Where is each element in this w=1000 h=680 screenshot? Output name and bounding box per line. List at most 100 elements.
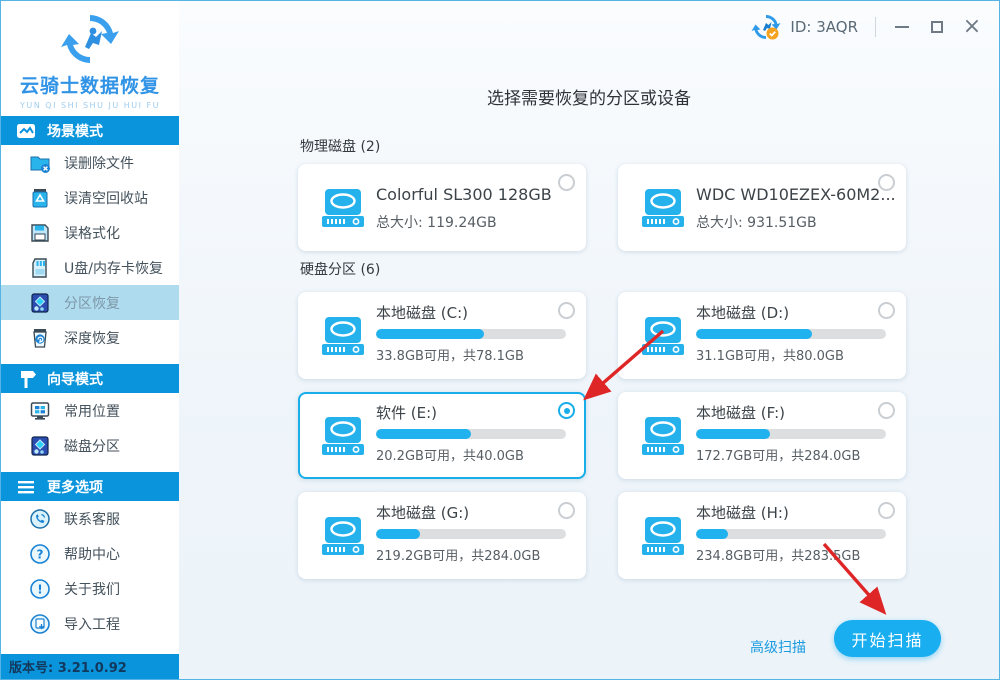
- usage-bar: [696, 429, 886, 439]
- physical-disk-card[interactable]: WDC WD10EZEX-60M2... 总大小: 931.51GB: [618, 164, 906, 251]
- partition-radio[interactable]: [878, 302, 895, 319]
- hard-drive-icon: [640, 416, 686, 456]
- hard-drive-icon: [320, 516, 366, 556]
- sidebar-item-partition-recovery[interactable]: 分区恢复: [1, 285, 179, 320]
- close-button[interactable]: ×: [959, 14, 985, 40]
- hard-drive-icon: [320, 188, 366, 228]
- advanced-scan-link[interactable]: 高级扫描: [750, 637, 806, 657]
- usage-bar: [696, 529, 886, 539]
- partition-info: 234.8GB可用，共283.5GB: [696, 545, 860, 564]
- partition-name: 本地磁盘 (H:): [696, 502, 789, 523]
- disk-radio[interactable]: [558, 174, 575, 191]
- partition-card[interactable]: 本地磁盘 (H:) 234.8GB可用，共283.5GB: [618, 492, 906, 579]
- usage-bar: [376, 429, 566, 439]
- partition-card-selected[interactable]: 软件 (E:) 20.2GB可用，共40.0GB: [298, 392, 586, 479]
- sidebar-item-label: 磁盘分区: [64, 436, 120, 456]
- sidebar-item-label: 关于我们: [64, 579, 120, 599]
- minimize-button[interactable]: [889, 14, 915, 40]
- sidebar-item-usb-sd-recovery[interactable]: U盘/内存卡恢复: [1, 250, 179, 285]
- titlebar: ID: 3AQR ×: [751, 12, 985, 42]
- logo-title: 云骑士数据恢复: [20, 71, 160, 98]
- sidebar-item-label: 误删除文件: [64, 153, 134, 173]
- sidebar-item-common-locations[interactable]: 常用位置: [1, 393, 179, 428]
- usage-bar-fill: [696, 529, 728, 539]
- partition-name: 本地磁盘 (G:): [376, 502, 469, 523]
- usage-bar-fill: [376, 429, 471, 439]
- sidebar-item-import-project[interactable]: 导入工程: [1, 606, 179, 641]
- sidebar-item-label: 导入工程: [64, 614, 120, 634]
- sidebar-item-formatted[interactable]: 误格式化: [1, 215, 179, 250]
- about-icon: !: [29, 578, 51, 600]
- sidebar-item-label: 分区恢复: [64, 293, 120, 313]
- partition-info: 33.8GB可用，共78.1GB: [376, 345, 524, 364]
- partition-info: 20.2GB可用，共40.0GB: [376, 445, 524, 464]
- floppy-disk-icon: [29, 222, 51, 244]
- scene-mode-icon: [15, 120, 37, 142]
- sidebar-item-label: 深度恢复: [64, 328, 120, 348]
- sidebar-section-wizard-mode: 向导模式: [1, 364, 179, 393]
- usage-bar-fill: [696, 329, 812, 339]
- start-scan-button[interactable]: 开始扫描: [834, 620, 941, 657]
- partition-radio[interactable]: [558, 302, 575, 319]
- partition-name: 本地磁盘 (D:): [696, 302, 789, 323]
- sd-card-icon: [29, 257, 51, 279]
- partition-info: 219.2GB可用，共284.0GB: [376, 545, 540, 564]
- page-title: 选择需要恢复的分区或设备: [179, 84, 999, 109]
- sidebar-item-label: U盘/内存卡恢复: [64, 258, 163, 278]
- partition-radio-selected[interactable]: [558, 402, 575, 419]
- usage-bar-fill: [376, 529, 420, 539]
- logo-subtitle: YUN QI SHI SHU JU HUI FU: [20, 101, 160, 110]
- svg-text:?: ?: [37, 547, 44, 561]
- hard-drive-icon: [640, 516, 686, 556]
- version-bar: 版本号: 3.21.0.92: [1, 654, 179, 679]
- sidebar-item-deep-recovery[interactable]: 深度恢复: [1, 320, 179, 355]
- disk-radio[interactable]: [878, 174, 895, 191]
- physical-disks-label: 物理磁盘 (2): [300, 136, 380, 156]
- usage-bar: [376, 529, 566, 539]
- sidebar-item-contact-support[interactable]: 联系客服: [1, 501, 179, 536]
- partition-name: 本地磁盘 (C:): [376, 302, 468, 323]
- recycle-bin-icon: [29, 187, 51, 209]
- app-window: 云骑士数据恢复 YUN QI SHI SHU JU HUI FU 场景模式 误删…: [0, 0, 1000, 680]
- more-options-icon: [15, 476, 37, 498]
- hard-drive-icon: [640, 316, 686, 356]
- sidebar-section-label: 更多选项: [47, 477, 103, 497]
- sidebar-item-help-center[interactable]: ? 帮助中心: [1, 536, 179, 571]
- sidebar-item-label: 误清空回收站: [64, 188, 148, 208]
- sidebar-item-label: 常用位置: [64, 401, 120, 421]
- usage-bar: [376, 329, 566, 339]
- partition-radio[interactable]: [878, 402, 895, 419]
- partition-info: 172.7GB可用，共284.0GB: [696, 445, 860, 464]
- sidebar-item-about-us[interactable]: ! 关于我们: [1, 571, 179, 606]
- help-icon: ?: [29, 543, 51, 565]
- disk-size: 总大小: 119.24GB: [376, 212, 497, 232]
- hard-drive-icon: [320, 316, 366, 356]
- import-project-icon: [29, 613, 51, 635]
- physical-disk-card[interactable]: Colorful SL300 128GB 总大小: 119.24GB: [298, 164, 586, 251]
- main-area: ID: 3AQR × 选择需要恢复的分区或设备 物理磁盘 (2) Colorfu…: [179, 1, 999, 679]
- hard-drive-icon: [320, 416, 366, 456]
- titlebar-divider: [875, 17, 876, 37]
- partition-card[interactable]: 本地磁盘 (F:) 172.7GB可用，共284.0GB: [618, 392, 906, 479]
- partition-name: 软件 (E:): [376, 402, 437, 423]
- partition-card[interactable]: 本地磁盘 (C:) 33.8GB可用，共78.1GB: [298, 292, 586, 379]
- sidebar-item-disk-partitions[interactable]: 磁盘分区: [1, 428, 179, 463]
- disk-name: Colorful SL300 128GB: [376, 185, 552, 204]
- deep-recovery-icon: [29, 327, 51, 349]
- svg-text:!: !: [37, 582, 42, 596]
- phone-icon: [29, 508, 51, 530]
- partition-radio[interactable]: [878, 502, 895, 519]
- partition-recovery-icon: [29, 292, 51, 314]
- sidebar-item-deleted-files[interactable]: 误删除文件: [1, 145, 179, 180]
- partition-card[interactable]: 本地磁盘 (G:) 219.2GB可用，共284.0GB: [298, 492, 586, 579]
- partition-info: 31.1GB可用，共80.0GB: [696, 345, 844, 364]
- sidebar-item-recycle-bin[interactable]: 误清空回收站: [1, 180, 179, 215]
- disk-name: WDC WD10EZEX-60M2...: [696, 185, 896, 204]
- maximize-button[interactable]: [924, 14, 950, 40]
- partition-radio[interactable]: [558, 502, 575, 519]
- partitions-label: 硬盘分区 (6): [300, 259, 380, 279]
- sidebar-item-label: 联系客服: [64, 509, 120, 529]
- usage-bar-fill: [696, 429, 770, 439]
- disk-partition-icon: [29, 435, 51, 457]
- partition-card[interactable]: 本地磁盘 (D:) 31.1GB可用，共80.0GB: [618, 292, 906, 379]
